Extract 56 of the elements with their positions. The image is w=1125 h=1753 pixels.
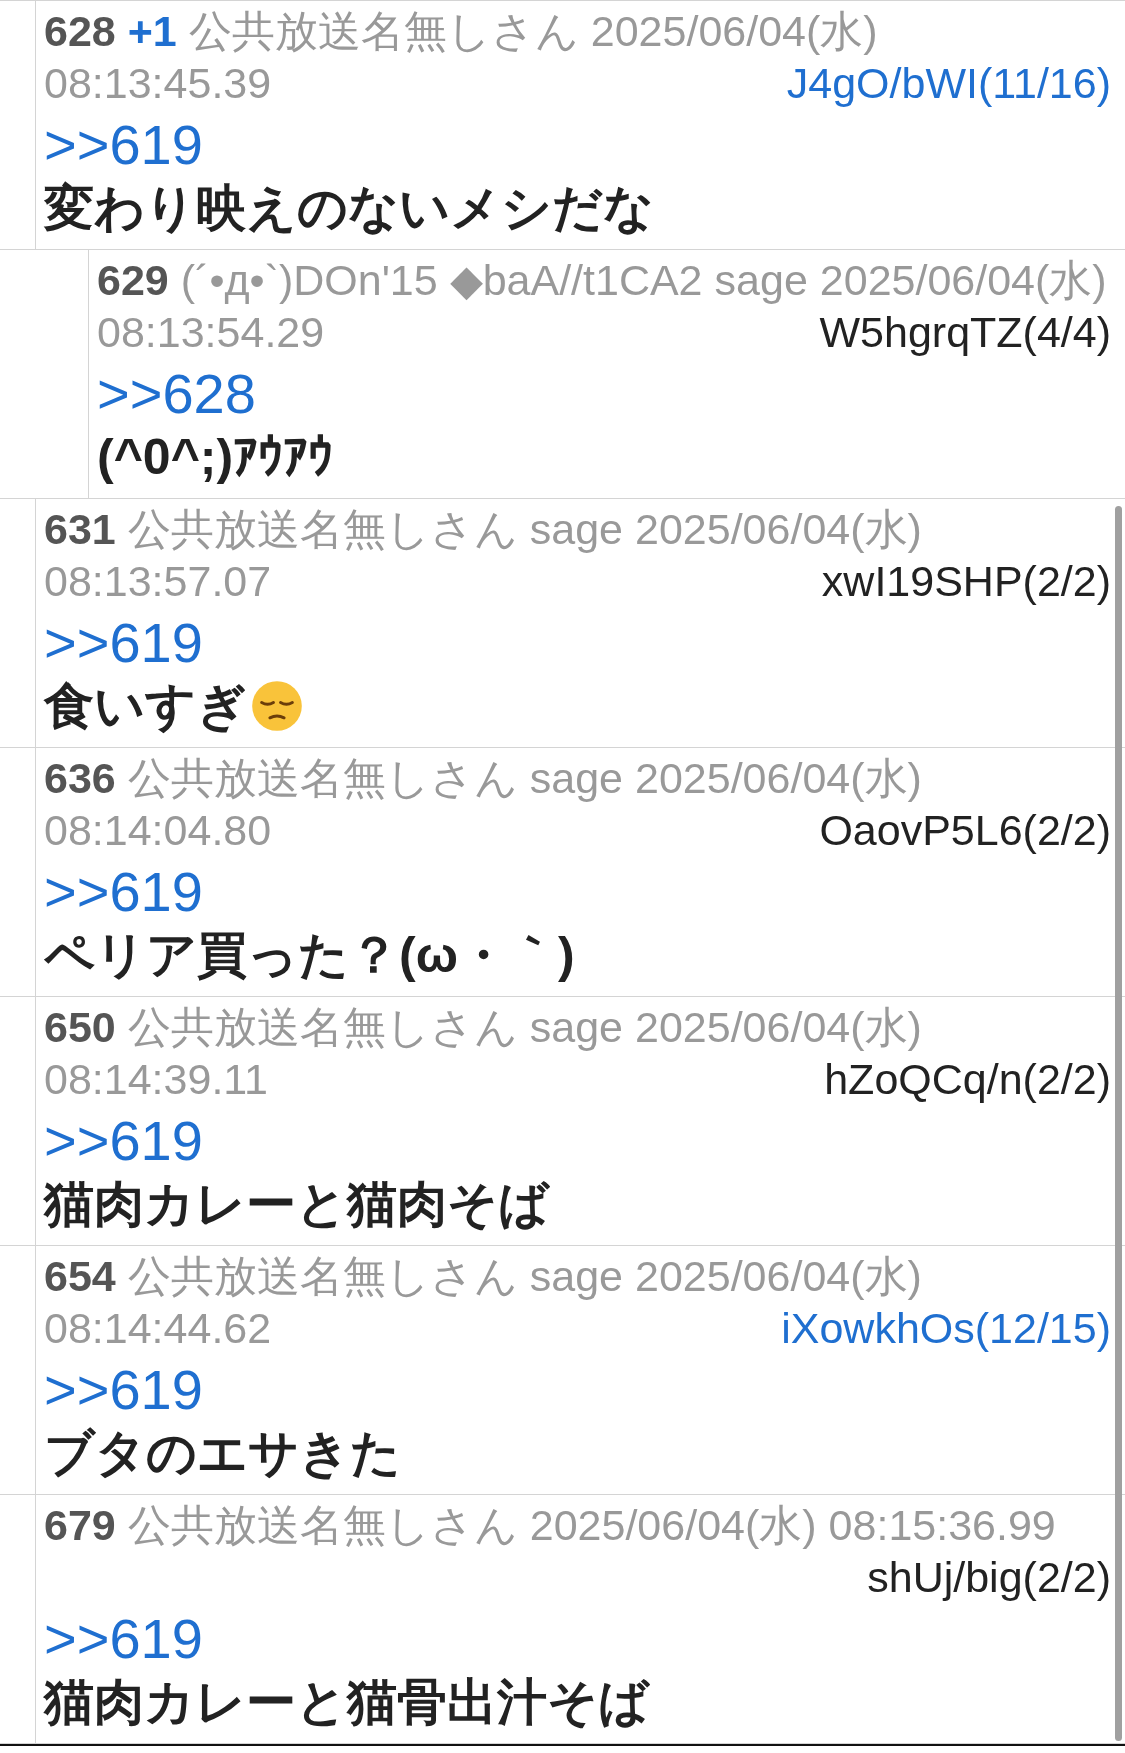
post-number[interactable]: 654	[44, 1250, 116, 1302]
poster-id[interactable]: J4gO/bWI(11/16)	[786, 57, 1111, 109]
post-date: 2025/06/04(水)	[529, 1500, 817, 1551]
post-time: 08:14:39.11	[44, 1054, 268, 1105]
reply-anchor-link[interactable]: >>619	[44, 113, 203, 176]
post-body: 食いすぎ	[44, 677, 247, 736]
poster-id[interactable]: xwI19SHP(2/2)	[821, 555, 1111, 607]
post-date: 2025/06/04(水)	[590, 6, 878, 57]
post-body: (^0^;)ｱｳｱｳ	[97, 428, 334, 487]
post-date: 2025/06/04(水)	[635, 1002, 922, 1053]
reply-anchor-link[interactable]: >>628	[97, 362, 256, 425]
post-number[interactable]: 629	[97, 254, 169, 306]
reply-anchor-link[interactable]: >>619	[44, 611, 203, 674]
mail-field: sage	[529, 752, 623, 804]
post-body: 猫肉カレーと猫肉そば	[44, 1175, 549, 1234]
poster-name: 公共放送名無しさん	[127, 1251, 518, 1302]
post-body: ブタのエサきた	[44, 1424, 401, 1483]
poster-name: (´•д•`)DOn'15 ◆baA//t1CA2	[180, 255, 703, 306]
reply-anchor-link[interactable]: >>619	[44, 860, 203, 923]
poster-id[interactable]: W5hgrqTZ(4/4)	[819, 306, 1111, 358]
post-number[interactable]: 631	[44, 503, 116, 555]
post-time: 08:13:57.07	[44, 556, 272, 607]
post-date: 2025/06/04(水)	[635, 504, 922, 555]
poster-name: 公共放送名無しさん	[127, 753, 518, 804]
post-number[interactable]: 650	[44, 1001, 116, 1053]
post-time: 08:15:36.99	[828, 1500, 1056, 1551]
poster-id[interactable]: iXowkhOs(12/15)	[781, 1302, 1111, 1354]
post-time: 08:14:44.62	[44, 1303, 272, 1354]
post-time: 08:13:54.29	[97, 307, 325, 358]
post-number[interactable]: 636	[44, 752, 116, 804]
post-time: 08:13:45.39	[44, 58, 272, 109]
post-date: 2025/06/04(水)	[819, 255, 1107, 306]
poster-name: 公共放送名無しさん	[188, 6, 579, 57]
post-date: 2025/06/04(水)	[635, 1251, 922, 1302]
poster-name: 公共放送名無しさん	[127, 1500, 518, 1551]
post-number[interactable]: 679	[44, 1499, 116, 1551]
mail-field: sage	[714, 254, 808, 306]
post-body: ペリア買った？(ω・｀)	[44, 926, 575, 985]
mail-field: sage	[529, 1001, 623, 1053]
reply-anchor-link[interactable]: >>619	[44, 1109, 203, 1172]
poster-name: 公共放送名無しさん	[127, 1002, 518, 1053]
mail-field: sage	[529, 503, 623, 555]
poster-id[interactable]: shUj/big(2/2)	[867, 1551, 1111, 1603]
post-time: 08:14:04.80	[44, 805, 272, 856]
mail-field: sage	[529, 1250, 623, 1302]
post-number[interactable]: 628	[44, 5, 116, 57]
reply-anchor-link[interactable]: >>619	[44, 1607, 203, 1670]
poster-id[interactable]: hZoQCq/n(2/2)	[824, 1053, 1111, 1105]
scrollbar-thumb[interactable]	[1115, 506, 1122, 1741]
post-body: 猫肉カレーと猫骨出汁そば	[44, 1673, 649, 1732]
reply-count[interactable]: +1	[127, 5, 177, 57]
post-date: 2025/06/04(水)	[635, 753, 922, 804]
poster-id[interactable]: OaovP5L6(2/2)	[819, 804, 1111, 856]
reply-anchor-link[interactable]: >>619	[44, 1358, 203, 1421]
poster-name: 公共放送名無しさん	[127, 504, 518, 555]
post-body: 変わり映えのないメシだな	[44, 179, 654, 238]
